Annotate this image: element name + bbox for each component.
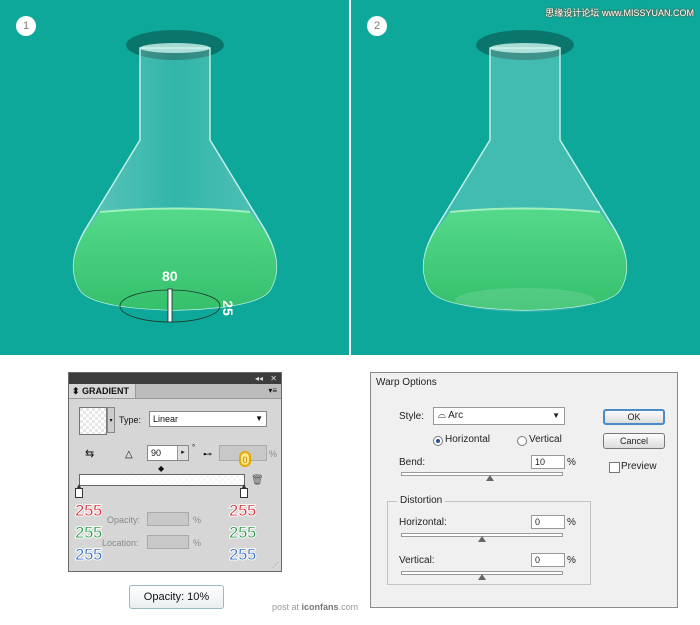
opacity-input[interactable] [147, 512, 189, 526]
close-icon[interactable]: ✕ [270, 373, 277, 384]
highlight-value: 0 [239, 451, 251, 467]
gradient-swatch[interactable] [79, 407, 107, 435]
panel-menu-icon[interactable]: ▾≡ [268, 386, 277, 395]
credit-text: post at iconfans.com [272, 602, 359, 612]
dist-horizontal-input[interactable]: 0 [531, 515, 565, 529]
arc-icon: ⌓ [438, 410, 449, 421]
rgb-right-b: 255 [229, 545, 257, 565]
location-label: Location: [102, 538, 139, 548]
gradient-handle [167, 288, 173, 323]
bend-slider[interactable] [401, 472, 563, 476]
dimension-label-80: 80 [162, 268, 178, 284]
bend-label: Bend: [399, 457, 426, 468]
panel-topbar: ◂◂ ✕ [69, 373, 281, 384]
flask-illustration [72, 30, 278, 323]
flask-panel-1: 1 80 25 [0, 0, 349, 355]
dialog-title: Warp Options [376, 377, 437, 388]
resize-grip-icon[interactable]: ⋰ [272, 561, 279, 569]
cancel-button[interactable]: Cancel [603, 433, 665, 449]
dist-vertical-label: Vertical: [399, 555, 435, 566]
distortion-label: Distortion [397, 495, 446, 506]
gradient-slider[interactable] [79, 474, 245, 486]
opacity-label: Opacity: [107, 515, 141, 525]
vertical-radio[interactable] [517, 436, 527, 446]
angle-dropdown-icon[interactable]: ▸ [177, 446, 188, 460]
gradient-stop-left[interactable] [75, 484, 83, 498]
midpoint-diamond-icon[interactable]: ◆ [158, 464, 164, 473]
bend-slider-thumb[interactable] [486, 475, 495, 481]
ok-button[interactable]: OK [603, 409, 665, 425]
style-select[interactable]: ⌓ Arc ▼ [433, 407, 565, 425]
aspect-ratio-icon: ⊷ [203, 449, 212, 459]
dimension-label-25: 25 [219, 300, 236, 316]
rgb-left-g: 255 [75, 523, 103, 543]
gradient-panel: ◂◂ ✕ ⬍ GRADIENT ▾≡ ▾ Type: Linear ▼ ⇆ △ 9… [68, 372, 282, 572]
reverse-gradient-icon[interactable]: ⇆ [85, 447, 94, 460]
style-label: Style: [399, 411, 425, 422]
type-select[interactable]: Linear ▼ [149, 411, 267, 427]
tab-gradient[interactable]: ⬍ GRADIENT [69, 384, 137, 398]
rgb-left-b: 255 [75, 545, 103, 565]
warp-options-dialog: Warp Options Style: ⌓ Arc ▼ Horizontal Ve… [370, 372, 678, 608]
dist-horizontal-thumb[interactable] [478, 536, 486, 542]
aspect-pct: % [269, 449, 278, 459]
rgb-right-g: 255 [229, 523, 257, 543]
type-label: Type: [119, 415, 142, 425]
swatch-dropdown-icon[interactable]: ▾ [107, 407, 115, 433]
dist-horizontal-label: Horizontal: [399, 517, 447, 528]
bottom-highlight [455, 288, 595, 312]
flask-illustration [422, 30, 628, 312]
trash-icon[interactable]: 🗑 [251, 475, 264, 486]
chevron-down-icon: ▼ [552, 411, 560, 420]
opacity-tooltip: Opacity: 10% [129, 585, 224, 609]
dist-vertical-input[interactable]: 0 [531, 553, 565, 567]
horizontal-radio[interactable] [433, 436, 443, 446]
chevron-down-icon: ▼ [255, 414, 263, 423]
preview-label: Preview [621, 461, 657, 472]
watermark: 思缘设计论坛 www.MISSYUAN.COM [545, 8, 694, 18]
location-input[interactable] [147, 535, 189, 549]
angle-input[interactable]: 90 ▸ [147, 445, 189, 461]
rgb-right-r: 255 [229, 501, 257, 521]
degree-symbol: ° [192, 443, 196, 452]
preview-checkbox[interactable] [609, 462, 620, 473]
gradient-stop-right[interactable] [240, 484, 248, 498]
flask-liquid [73, 208, 277, 310]
flask-panel-2: 2 思缘设计论坛 www.MISSYUAN.COM [351, 0, 700, 355]
collapse-icon[interactable]: ◂◂ [255, 373, 263, 384]
rgb-left-r: 255 [75, 501, 103, 521]
angle-icon: △ [125, 449, 133, 460]
dist-vertical-thumb[interactable] [478, 574, 486, 580]
bend-input[interactable]: 10 [531, 455, 565, 469]
